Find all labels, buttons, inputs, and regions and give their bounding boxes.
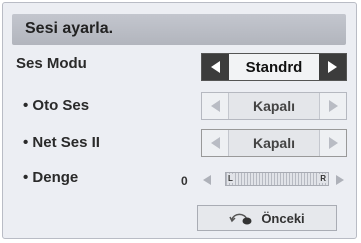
auto-volume-selector[interactable]: Kapalı bbox=[201, 92, 347, 120]
clear-voice-value: Kapalı bbox=[229, 130, 319, 156]
balance-value: 0 bbox=[181, 174, 188, 188]
sound-mode-next-button[interactable] bbox=[319, 54, 346, 80]
clear-voice-next-button[interactable] bbox=[319, 130, 346, 156]
page-title: Sesi ayarla. bbox=[25, 20, 114, 37]
balance-left-mark: L bbox=[227, 174, 234, 183]
auto-volume-prev-button[interactable] bbox=[202, 93, 229, 119]
arrow-left-icon bbox=[211, 61, 220, 73]
clear-voice-prev-button[interactable] bbox=[202, 130, 229, 156]
balance-left-arrow-icon[interactable] bbox=[203, 175, 211, 185]
clear-voice-label: • Net Ses II bbox=[23, 134, 100, 151]
sound-mode-selector[interactable]: Standrd bbox=[201, 53, 347, 81]
previous-button[interactable]: Önceki bbox=[197, 205, 337, 231]
arrow-left-icon bbox=[210, 137, 220, 149]
balance-right-mark: R bbox=[319, 174, 327, 183]
arrow-right-icon bbox=[328, 61, 337, 73]
balance-label: • Denge bbox=[23, 169, 79, 186]
sound-mode-value: Standrd bbox=[229, 54, 319, 80]
arrow-right-icon bbox=[328, 100, 338, 112]
title-bar: Sesi ayarla. bbox=[12, 14, 346, 45]
arrow-right-icon bbox=[328, 137, 338, 149]
auto-volume-label: • Oto Ses bbox=[23, 97, 90, 114]
balance-slider[interactable]: L R bbox=[225, 172, 329, 186]
clear-voice-selector[interactable]: Kapalı bbox=[201, 129, 347, 157]
back-return-icon bbox=[229, 211, 253, 225]
sound-mode-prev-button[interactable] bbox=[202, 54, 229, 80]
auto-volume-value: Kapalı bbox=[229, 93, 319, 119]
arrow-left-icon bbox=[210, 100, 220, 112]
balance-right-arrow-icon[interactable] bbox=[336, 175, 344, 185]
sound-settings-panel: Sesi ayarla. Ses Modu Standrd • Oto Ses … bbox=[2, 2, 357, 239]
auto-volume-next-button[interactable] bbox=[319, 93, 346, 119]
sound-mode-label: Ses Modu bbox=[16, 55, 87, 72]
previous-button-label: Önceki bbox=[261, 210, 305, 226]
